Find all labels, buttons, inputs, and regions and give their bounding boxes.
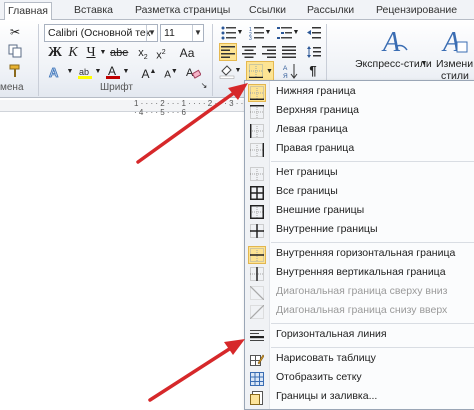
- red-arrow-icon: [136, 83, 248, 164]
- red-arrow-icon: [148, 339, 245, 402]
- annotation-arrows: [136, 83, 248, 402]
